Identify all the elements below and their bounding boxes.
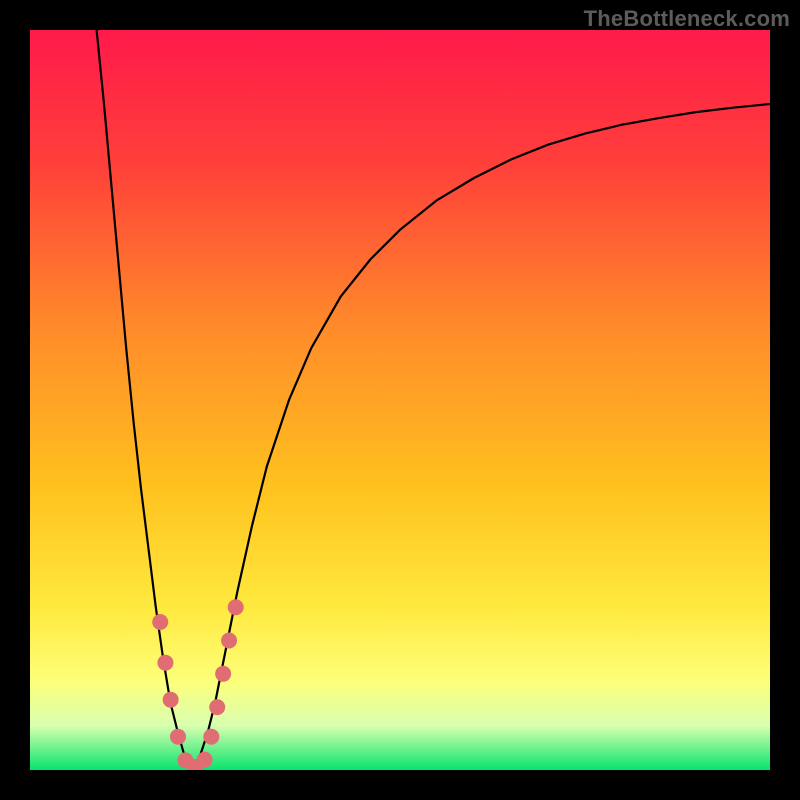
bottleneck-chart: [30, 30, 770, 770]
attribution-label: TheBottleneck.com: [584, 6, 790, 32]
data-bead: [163, 692, 179, 708]
data-bead: [221, 633, 237, 649]
data-bead: [157, 655, 173, 671]
data-bead: [152, 614, 168, 630]
gradient-background: [30, 30, 770, 770]
data-bead: [197, 752, 213, 768]
data-bead: [228, 599, 244, 615]
data-bead: [203, 729, 219, 745]
plot-area: [30, 30, 770, 770]
data-bead: [170, 729, 186, 745]
data-bead: [209, 699, 225, 715]
chart-container: TheBottleneck.com: [0, 0, 800, 800]
data-bead: [215, 666, 231, 682]
